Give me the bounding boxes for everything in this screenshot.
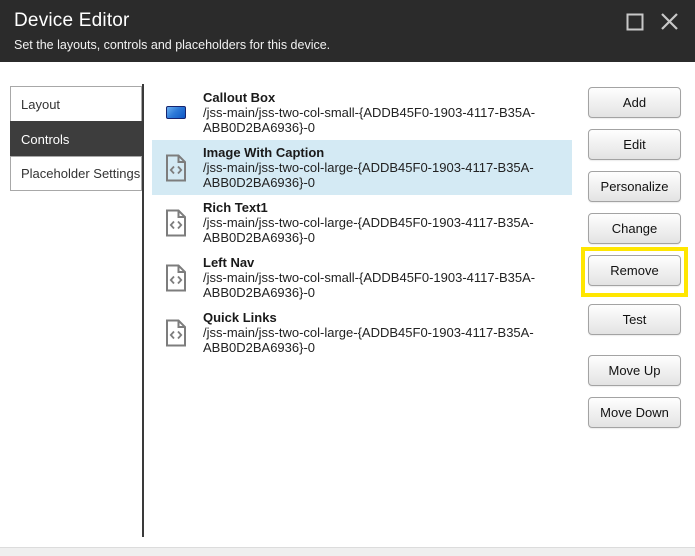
- tab-layout[interactable]: Layout: [10, 86, 142, 121]
- personalize-button[interactable]: Personalize: [588, 171, 681, 202]
- code-file-icon: [164, 209, 188, 237]
- edit-button[interactable]: Edit: [588, 129, 681, 160]
- list-item-rich-text1[interactable]: Rich Text1 /jss-main/jss-two-col-large-{…: [152, 195, 572, 250]
- control-name: Rich Text1: [203, 200, 268, 215]
- control-name: Image With Caption: [203, 145, 325, 160]
- controls-list: Callout Box /jss-main/jss-two-col-small-…: [152, 85, 572, 360]
- dialog-footer-strip: [0, 547, 695, 556]
- code-file-icon: [164, 319, 188, 347]
- control-path: /jss-main/jss-two-col-large-{ADDB45F0-19…: [203, 215, 534, 245]
- control-name: Left Nav: [203, 255, 255, 270]
- tab-controls[interactable]: Controls: [10, 121, 142, 156]
- code-file-icon: [164, 154, 188, 182]
- panel-divider: [142, 84, 144, 537]
- maximize-button[interactable]: [623, 12, 647, 36]
- dialog-titlebar: Device Editor Set the layouts, controls …: [0, 0, 695, 62]
- move-down-button[interactable]: Move Down: [588, 397, 681, 428]
- control-path: /jss-main/jss-two-col-small-{ADDB45F0-19…: [203, 270, 536, 300]
- device-editor-dialog: Device Editor Set the layouts, controls …: [0, 0, 695, 556]
- control-path: /jss-main/jss-two-col-large-{ADDB45F0-19…: [203, 160, 534, 190]
- code-file-icon: [164, 264, 188, 292]
- tab-layout-label: Layout: [21, 96, 61, 112]
- tab-placeholder-settings[interactable]: Placeholder Settings: [10, 156, 142, 191]
- move-up-button[interactable]: Move Up: [588, 355, 681, 386]
- sidebar-tabs: Layout Controls Placeholder Settings: [10, 86, 142, 191]
- list-item-image-with-caption[interactable]: Image With Caption /jss-main/jss-two-col…: [152, 140, 572, 195]
- list-item-left-nav[interactable]: Left Nav /jss-main/jss-two-col-small-{AD…: [152, 250, 572, 305]
- tab-placeholder-settings-label: Placeholder Settings: [21, 166, 141, 181]
- tab-controls-label: Controls: [21, 131, 70, 147]
- blue-button-thumbnail-icon: [164, 106, 188, 119]
- dialog-title: Device Editor: [14, 10, 130, 31]
- control-name: Quick Links: [203, 310, 277, 325]
- list-item-callout-box[interactable]: Callout Box /jss-main/jss-two-col-small-…: [152, 85, 572, 140]
- dialog-subtitle: Set the layouts, controls and placeholde…: [14, 38, 331, 52]
- close-button[interactable]: [657, 12, 681, 36]
- close-icon: [660, 12, 679, 36]
- list-item-quick-links[interactable]: Quick Links /jss-main/jss-two-col-large-…: [152, 305, 572, 360]
- remove-button[interactable]: Remove: [588, 255, 681, 286]
- maximize-icon: [626, 13, 644, 36]
- change-button[interactable]: Change: [588, 213, 681, 244]
- test-button[interactable]: Test: [588, 304, 681, 335]
- add-button[interactable]: Add: [588, 87, 681, 118]
- control-path: /jss-main/jss-two-col-small-{ADDB45F0-19…: [203, 105, 536, 135]
- control-path: /jss-main/jss-two-col-large-{ADDB45F0-19…: [203, 325, 534, 355]
- control-name: Callout Box: [203, 90, 276, 105]
